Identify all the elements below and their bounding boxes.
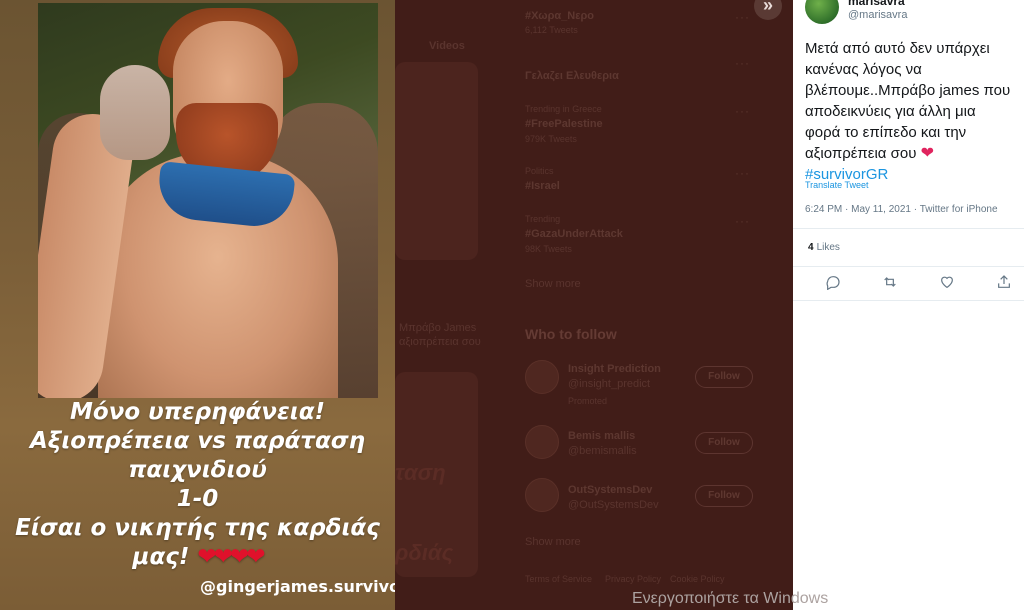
windows-activation-watermark: Ενεργοποιήστε τα Windows [632, 590, 829, 607]
follow-username: @bemismallis [568, 445, 637, 457]
tweet-timestamp[interactable]: 6:24 PM · May 11, 2021 · Twitter for iPh… [805, 204, 998, 215]
show-more-link: Show more [525, 536, 581, 548]
translate-tweet-link[interactable]: Translate Tweet [805, 180, 869, 190]
tweet-text-line: φορά το επίπεδο και την [805, 124, 967, 141]
tweet-text: Μετά από αυτό δεν υπάρχει κανένας λόγος … [805, 38, 1024, 185]
follow-username: @OutSystemsDev [568, 499, 659, 511]
follow-button: Follow [695, 432, 753, 454]
footer-link: Privacy Policy [605, 574, 662, 584]
avatar [525, 425, 559, 459]
story-handle: @gingerjames.survivor [200, 577, 395, 596]
follow-name: Bemis mallis [568, 430, 636, 442]
caption-line: μας! ❤❤❤❤ [132, 544, 266, 570]
tweet-author-username[interactable]: @marisavra [848, 9, 907, 21]
ghost-text: ρδιάς [395, 540, 454, 565]
divider [793, 300, 1024, 301]
tweet-text-line: αποδεικνύεις για άλλη μια [805, 103, 976, 120]
ghost-text: Μπράβο James [399, 322, 477, 334]
trend-count: 6,112 Tweets [525, 25, 578, 35]
trend-meta: Politics [525, 166, 554, 176]
retweet-icon[interactable] [882, 274, 902, 294]
background-media-card [395, 62, 478, 260]
tweet-panel: marisavra @marisavra Μετά από αυτό δεν υ… [793, 0, 1024, 610]
follow-name: Insight Prediction [568, 363, 661, 375]
story-image: Μόνο υπερηφάνεια! Αξιοπρέπεια vs παράτασ… [0, 0, 395, 610]
avatar [525, 478, 559, 512]
trend-meta: Trending in Greece [525, 104, 602, 114]
trend-count: 979K Tweets [525, 134, 577, 144]
heart-emoji-icon: ❤ [920, 145, 935, 162]
caption-line: Είσαι ο νικητής της καρδιάς [15, 515, 380, 541]
dimmed-background: Videos ταση ρδιάς Μπράβο James αξιοπρέπε… [395, 0, 793, 610]
caption-line: 1-0 [176, 486, 219, 512]
trend-item: #GazaUnderAttack [525, 228, 623, 240]
avatar[interactable] [805, 0, 839, 24]
tweet-text-line: κανένας λόγος να [805, 61, 922, 78]
follow-name: OutSystemsDev [568, 484, 653, 496]
divider [793, 228, 1024, 229]
caption-line: Αξιοπρέπεια vs παράταση [29, 428, 366, 454]
tweet-author-name[interactable]: marisavra [848, 0, 905, 8]
story-caption: Μόνο υπερηφάνεια! Αξιοπρέπεια vs παράτασ… [0, 398, 395, 572]
show-more-link: Show more [525, 278, 581, 290]
story-photo [38, 3, 378, 398]
videos-tab: Videos [429, 40, 465, 52]
trend-meta: Trending [525, 214, 561, 224]
trend-item: Γελαζει Ελευθερια [525, 70, 619, 82]
likes-count[interactable]: 4 Likes [808, 242, 840, 253]
tweet-text-line: Μετά από αυτό δεν υπάρχει [805, 40, 990, 57]
trend-item: #FreePalestine [525, 118, 603, 130]
follow-username: @insight_predict [568, 378, 651, 390]
ghost-text: αξιοπρέπεια σου [399, 336, 481, 348]
who-to-follow-heading: Who to follow [525, 326, 617, 342]
trend-count: 98K Tweets [525, 244, 572, 254]
tweet-text-line: αξιοπρέπεια σου ❤ [805, 145, 935, 162]
trend-item: #Χωρα_Νερο [525, 10, 594, 22]
footer-link: Terms of Service [525, 574, 593, 584]
caption-line: Μόνο υπερηφάνεια! [69, 399, 326, 425]
follow-button: Follow [695, 366, 753, 388]
divider [793, 266, 1024, 267]
follow-button: Follow [695, 485, 753, 507]
trend-item: #Israel [525, 180, 560, 192]
like-icon[interactable] [939, 274, 959, 294]
footer-link: Cookie Policy [670, 574, 725, 584]
ghost-text: ταση [395, 460, 446, 485]
promoted-label: Promoted [568, 396, 608, 406]
hearts-icon: ❤❤❤❤ [197, 544, 265, 570]
tweet-text-line: βλέπουμε..Μπράβο james που [805, 82, 1011, 99]
reply-icon[interactable] [825, 274, 845, 294]
share-icon[interactable] [996, 274, 1016, 294]
caption-line: παιχνιδιού [128, 457, 267, 483]
avatar [525, 360, 559, 394]
